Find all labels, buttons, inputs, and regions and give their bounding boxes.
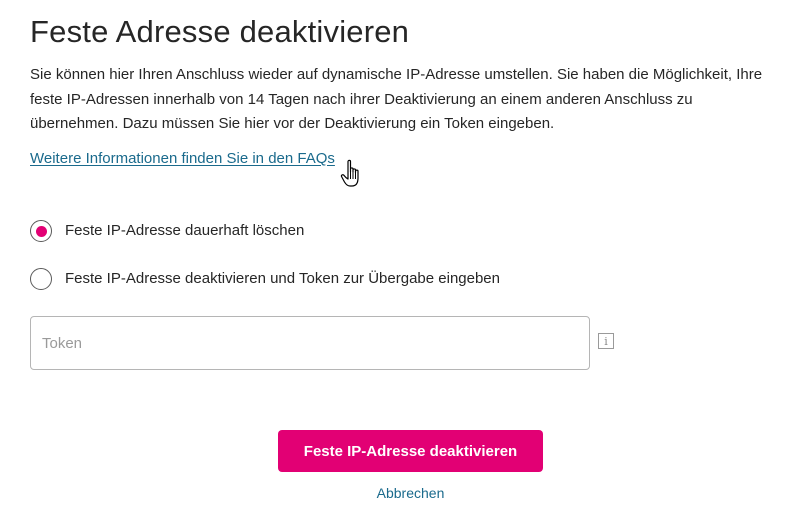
radio-button-deactivate-token[interactable] — [30, 268, 52, 290]
cancel-link[interactable]: Abbrechen — [278, 484, 543, 502]
radio-label-deactivate-token: Feste IP-Adresse deaktivieren und Token … — [65, 270, 500, 287]
radio-button-delete[interactable] — [30, 220, 52, 242]
radio-option-deactivate-token[interactable]: Feste IP-Adresse deaktivieren und Token … — [30, 268, 500, 290]
hand-pointer-cursor-icon — [340, 159, 359, 187]
page-description: Sie können hier Ihren Anschluss wieder a… — [30, 66, 763, 132]
page-title: Feste Adresse deaktivieren — [30, 14, 410, 49]
token-input[interactable] — [30, 316, 590, 370]
radio-label-delete: Feste IP-Adresse dauerhaft löschen — [65, 222, 305, 239]
faq-link[interactable]: Weitere Informationen finden Sie in den … — [30, 148, 335, 170]
radio-option-delete[interactable]: Feste IP-Adresse dauerhaft löschen — [30, 220, 304, 242]
radio-selected-dot — [35, 225, 47, 237]
deactivate-button[interactable]: Feste IP-Adresse deaktivieren — [278, 430, 543, 472]
info-icon[interactable]: i — [598, 333, 614, 349]
